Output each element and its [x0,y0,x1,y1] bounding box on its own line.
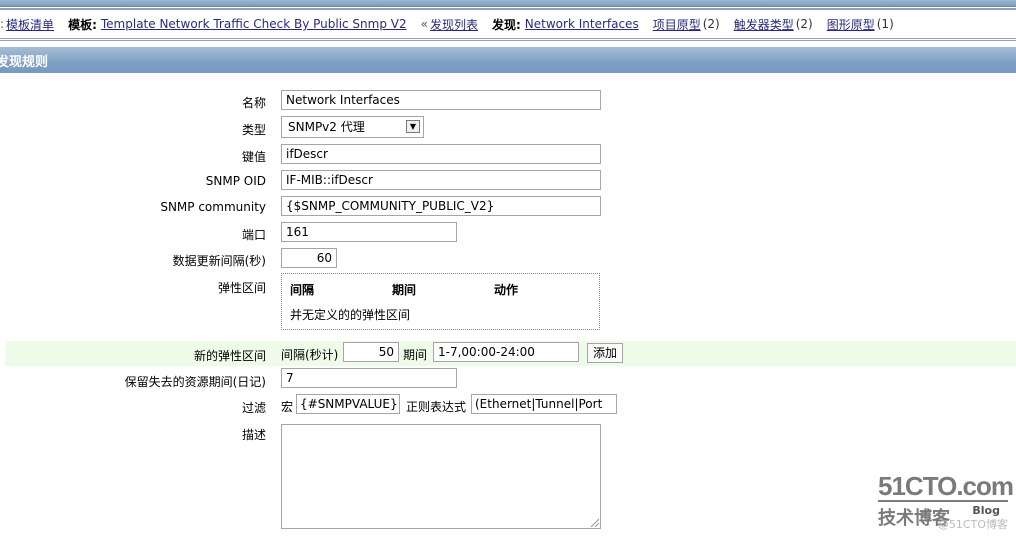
type-select[interactable]: SNMPv2 代理 ▼ [281,116,424,138]
item-prototypes-count: (2) [702,17,720,31]
template-link[interactable]: Template Network Traffic Check By Public… [101,17,407,31]
flexible-intervals-label: 弹性区间 [217,281,266,295]
graph-prototypes-link[interactable]: 图形原型 [827,16,875,33]
empty-message: 并无定义的的弹性区间 [290,308,411,322]
section-title: 发现规则 [0,54,49,70]
snmp-oid-label: SNMP OID [205,174,266,188]
add-button[interactable]: 添加 [587,343,624,363]
port-input[interactable]: 161 [281,222,457,242]
watermark-faint: @51CTO博客 [937,518,1008,531]
filter-label: 过滤 [241,401,266,415]
resize-grip-icon[interactable] [591,519,599,527]
name-input[interactable]: Network Interfaces [281,90,601,110]
trigger-types-link[interactable]: 触发器类型 [734,16,794,33]
template-list-link[interactable]: 模板清单 [6,16,54,33]
new-period-input[interactable]: 1-7,00:00-24:00 [433,342,579,362]
update-interval-label: 数据更新间隔(秒) [172,254,266,268]
key-input[interactable]: ifDescr [281,144,601,164]
column-header-action: 动作 [494,283,519,297]
column-header-interval: 间隔 [290,283,315,297]
discovery-link[interactable]: Network Interfaces [525,17,639,31]
template-label: 模板: [68,17,97,32]
description-label: 描述 [241,428,266,442]
snmp-oid-input[interactable]: IF-MIB::ifDescr [281,170,601,190]
section-header: 发现规则 [0,47,1016,73]
top-banner [0,0,1016,7]
macro-label: 宏 [281,400,294,414]
update-interval-input[interactable]: 60 [281,248,337,268]
regex-input[interactable]: (Ethernet|Tunnel|Port [471,394,617,414]
breadcrumb: : 模板清单 模板: Template Network Traffic Chec… [0,8,1016,41]
snmp-community-input[interactable]: {$SNMP_COMMUNITY_PUBLIC_V2} [281,196,601,216]
flexible-intervals-table: 间隔 期间 动作 并无定义的的弹性区间 [281,273,600,330]
keep-lost-resources-input[interactable]: 7 [281,368,457,388]
new-flexible-interval-label: 新的弹性区间 [193,349,266,363]
discovery-label: 发现: [491,17,521,32]
description-textarea[interactable] [281,424,601,529]
watermark: 51CTO.com 技术博客 Blog @51CTO博客 [878,471,1014,532]
new-interval-input[interactable]: 50 [343,342,399,362]
graph-prototypes-count: (1) [876,17,894,31]
name-label: 名称 [241,96,266,110]
key-label: 键值 [241,150,266,164]
macro-input[interactable]: {#SNMPVALUE} [296,394,400,414]
chevron-down-icon[interactable]: ▼ [406,120,420,133]
interval-seconds-label: 间隔(秒计) [281,348,339,362]
column-header-period: 期间 [392,283,417,297]
snmp-community-label: SNMP community [160,200,266,214]
item-prototypes-link[interactable]: 项目原型 [653,16,701,33]
regex-label: 正则表达式 [406,400,467,414]
watermark-site: 51CTO.com [878,471,1014,502]
keep-lost-resources-label: 保留失去的资源期间(日记) [124,375,266,389]
breadcrumb-separator: : [0,17,5,31]
breadcrumb-separator: « [420,17,428,31]
trigger-types-count: (2) [795,17,813,31]
type-label: 类型 [241,123,266,137]
port-label: 端口 [241,228,266,242]
period-label: 期间 [403,348,428,362]
discovery-list-link[interactable]: 发现列表 [430,16,478,33]
type-select-value: SNMPv2 代理 [288,120,365,134]
